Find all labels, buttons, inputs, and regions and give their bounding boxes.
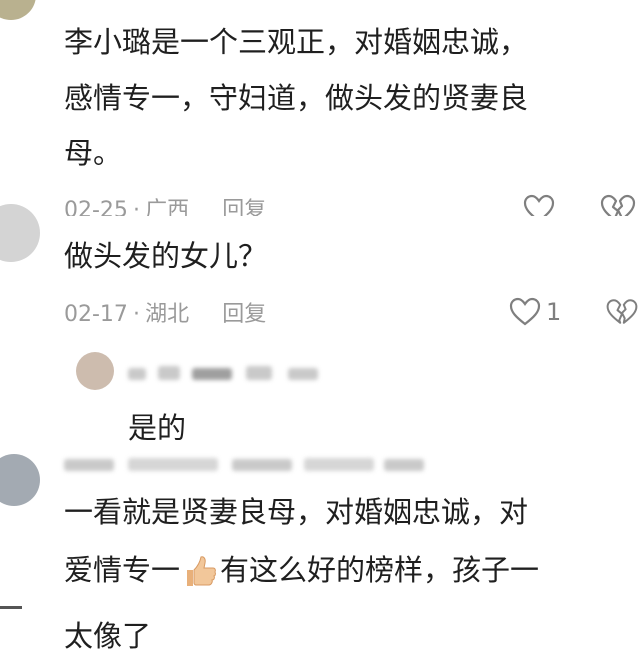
meta-dot: · [133,302,141,327]
comment-1-date: 02-25 [64,198,128,216]
comment-1-line-2: 感情专一，守妇道，做头发的贤妻良 [64,81,529,115]
comment-4-line-1: 一看就是贤妻良母，对婚姻忠诚，对 [64,495,529,529]
avatar-comment-2[interactable] [0,204,40,262]
comment-2-reply-button[interactable]: 回复 [222,302,266,327]
comment-4-line-2-part-2: 有这么好的榜样，孩子一 [220,553,540,587]
comment-1-reply-button[interactable]: 回复 [222,198,266,216]
comment-2-like-count: 1 [546,298,562,326]
blurred-username [64,456,434,474]
avatar-comment-4[interactable] [0,454,40,506]
avatar-comment-3[interactable] [76,352,114,390]
comment-3-text: 是的 [128,411,187,445]
comment-2-date: 02-17 [64,302,128,327]
heart-outline-icon[interactable] [508,297,542,327]
avatar-dash [0,606,22,609]
comment-2-meta: 02-17 · 湖北 回复 [64,296,266,328]
avatar-top[interactable] [0,0,36,20]
comment-1-line-1: 李小璐是一个三观正，对婚姻忠诚， [64,25,529,59]
comment-2-text: 做头发的女儿？ [64,239,268,273]
comment-1-meta: 02-25 · 广西 回复 [64,192,324,216]
thumbs-up-emoji [182,554,218,590]
heart-outline-icon[interactable] [522,194,556,216]
comment-1-location: 广西 [145,198,190,216]
meta-dot: · [133,198,141,216]
comment-4-line-2-part-1: 爱情专一 [64,553,181,587]
comment-1-line-3: 母。 [64,136,123,170]
broken-heart-icon[interactable] [598,194,638,216]
comment-2-location: 湖北 [145,302,190,327]
blurred-username [128,366,348,382]
broken-heart-icon[interactable] [604,297,640,327]
comment-4-line-3: 太像了 [64,619,152,653]
comment-4-line-2: 爱情专一 有这么好的榜样，孩子一 [64,546,539,594]
